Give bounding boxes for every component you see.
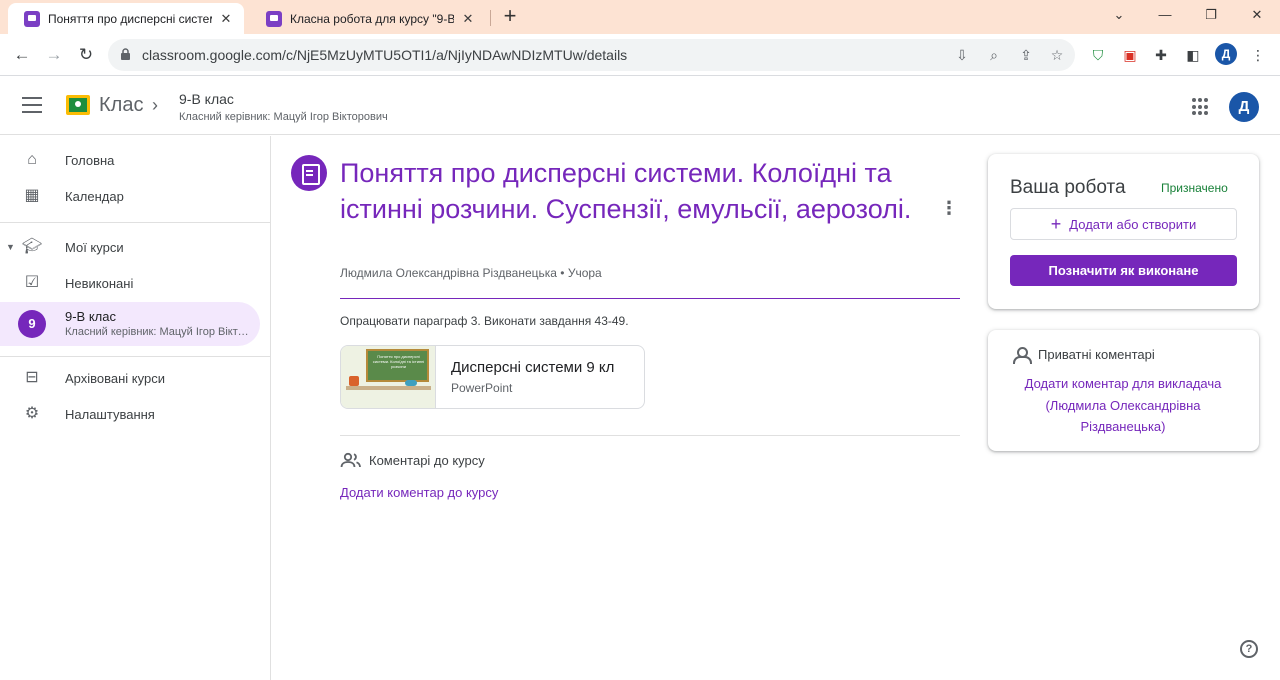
tab-title: Поняття про дисперсні системи: [48, 11, 212, 26]
settings-icon: ⚙: [24, 405, 40, 422]
sidebar-item-label: Головна: [65, 152, 115, 168]
breadcrumb-class-name[interactable]: 9-В клас: [179, 91, 234, 107]
sidebar-item-label: Невиконані: [65, 275, 134, 291]
meta-separator: •: [560, 266, 565, 280]
todo-icon: ☑: [24, 274, 40, 291]
zoom-icon[interactable]: ⌕: [985, 46, 1003, 64]
attachment-card[interactable]: Поняття про дисперсні системи. Колоїдні …: [340, 345, 645, 409]
apps-grid-icon[interactable]: [1192, 98, 1210, 116]
chevron-right-icon: ›: [152, 95, 158, 115]
account-avatar[interactable]: Д: [1229, 92, 1259, 122]
reload-icon[interactable]: ↻: [74, 43, 98, 67]
your-work-title: Ваша робота: [1010, 177, 1126, 198]
close-tab-icon[interactable]: ✕: [460, 11, 476, 27]
sidebar-item-label: Налаштування: [65, 406, 155, 422]
archive-icon: ⊟: [25, 369, 39, 386]
assignment-author: Людмила Олександрівна Різдванецька: [340, 266, 557, 280]
shield-extension-icon[interactable]: ⛉: [1089, 46, 1107, 64]
share-icon[interactable]: ⇪: [1017, 46, 1035, 64]
classroom-logo-icon[interactable]: [66, 95, 90, 115]
sidebar-item-course[interactable]: 9 9-В клас Класний керівник: Мацуй Ігор …: [0, 302, 260, 346]
restore-icon[interactable]: ❐: [1188, 4, 1234, 28]
sidebar-item-home[interactable]: ⌂ Головна: [0, 142, 260, 178]
sidebar-item-label: Архівовані курси: [65, 370, 165, 386]
new-tab-button[interactable]: +: [500, 4, 520, 30]
tab-title: Класна робота для курсу "9-В кл: [290, 11, 454, 26]
assignment-meta: Людмила Олександрівна Різдванецька • Учо…: [340, 266, 602, 280]
title-divider: [340, 298, 960, 299]
sidebar-item-settings[interactable]: ⚙ Налаштування: [0, 396, 260, 432]
status-badge: Призначено: [1161, 181, 1228, 195]
comments-divider: [340, 435, 960, 436]
people-icon: [340, 452, 362, 470]
sidebar-item-todo[interactable]: ☑ Невиконані: [0, 265, 260, 301]
browser-profile-avatar[interactable]: Д: [1215, 43, 1237, 65]
private-comments-card: Приватні коментарі Додати коментар для в…: [988, 330, 1259, 451]
main-menu-icon[interactable]: [22, 97, 42, 113]
course-subtitle: Класний керівник: Мацуй Ігор Вікторович: [65, 326, 253, 338]
assignment-instructions: Опрацювати параграф 3. Виконати завдання…: [340, 314, 629, 328]
attachment-type: PowerPoint: [451, 381, 513, 395]
back-icon[interactable]: ←: [10, 43, 34, 67]
add-private-comment-link[interactable]: Додати коментар для викладача (Людмила О…: [1008, 373, 1238, 438]
courses-icon: 🎓︎: [22, 238, 43, 255]
star-icon[interactable]: ☆: [1048, 46, 1066, 64]
sidebar-item-label: Календар: [65, 188, 124, 204]
cast-extension-icon[interactable]: ▣: [1121, 46, 1139, 64]
browser-tab[interactable]: Класна робота для курсу "9-В кл ✕: [250, 3, 486, 34]
install-icon[interactable]: ⇩: [953, 46, 971, 64]
browser-tabstrip: Поняття про дисперсні системи ✕ Класна р…: [0, 0, 1280, 34]
classroom-favicon-icon: [266, 10, 282, 27]
browser-tab-active[interactable]: Поняття про дисперсні системи ✕: [8, 3, 244, 34]
help-icon[interactable]: ?: [1240, 640, 1258, 658]
address-bar[interactable]: classroom.google.com/c/NjE5MzUyMTU5OTI1/…: [108, 39, 1075, 71]
private-comments-title: Приватні коментарі: [1038, 347, 1155, 362]
minimize-icon[interactable]: —: [1142, 4, 1188, 28]
tab-search-icon[interactable]: ⌄: [1096, 4, 1142, 28]
classroom-header: Клас › 9-В клас Класний керівник: Мацуй …: [0, 77, 1280, 135]
sidebar-divider: [0, 356, 270, 357]
browser-toolbar: ← → ↻ classroom.google.com/c/NjE5MzUyMTU…: [0, 34, 1280, 76]
assignment-icon: [291, 155, 327, 191]
mark-as-done-button[interactable]: Позначити як виконане: [1010, 255, 1237, 286]
add-class-comment-link[interactable]: Додати коментар до курсу: [340, 485, 498, 500]
add-or-create-button[interactable]: + Додати або створити: [1010, 208, 1237, 240]
browser-menu-icon[interactable]: ⋮: [1249, 46, 1267, 64]
add-or-create-label: Додати або створити: [1069, 216, 1197, 232]
assignment-posted-date: Учора: [567, 266, 602, 280]
url-text: classroom.google.com/c/NjE5MzUyMTU5OTI1/…: [142, 47, 628, 63]
calendar-icon: ▦: [24, 187, 40, 204]
close-tab-icon[interactable]: ✕: [218, 11, 234, 27]
attachment-thumbnail: Поняття про дисперсні системи. Колоїдні …: [341, 346, 436, 408]
forward-icon[interactable]: →: [42, 43, 66, 67]
close-window-icon[interactable]: ✕: [1234, 4, 1280, 28]
person-icon: [1013, 347, 1032, 364]
side-panel-icon[interactable]: ◧: [1184, 46, 1202, 64]
plus-icon: +: [1050, 214, 1062, 234]
breadcrumb-class-teacher: Класний керівник: Мацуй Ігор Вікторович: [179, 111, 388, 123]
sidebar-item-archived[interactable]: ⊟ Архівовані курси: [0, 360, 260, 396]
your-work-card: Ваша робота Призначено + Додати або ство…: [988, 154, 1259, 309]
more-options-icon[interactable]: ⋮: [940, 196, 958, 220]
course-title: 9-В клас: [65, 309, 116, 324]
tab-separator: [490, 10, 491, 26]
attachment-name: Дисперсні системи 9 кл: [451, 359, 615, 376]
home-icon: ⌂: [27, 151, 37, 168]
course-badge: 9: [18, 310, 46, 338]
assignment-title: Поняття про дисперсні системи. Колоїдні …: [340, 158, 912, 224]
thumbnail-text: Поняття про дисперсні системи. Колоїдні …: [372, 354, 425, 369]
class-comments-title: Коментарі до курсу: [369, 453, 485, 468]
lock-icon: [121, 48, 130, 60]
sidebar-item-my-courses[interactable]: ▼ 🎓︎ Мої курси: [0, 229, 260, 265]
expand-caret-icon[interactable]: ▼: [6, 242, 15, 252]
brand-name[interactable]: Клас: [99, 94, 143, 117]
extensions-icon[interactable]: ✚: [1152, 46, 1170, 64]
sidebar: ⌂ Головна ▦ Календар ▼ 🎓︎ Мої курси ☑ Не…: [0, 136, 271, 680]
sidebar-item-calendar[interactable]: ▦ Календар: [0, 178, 260, 214]
classroom-favicon-icon: [24, 10, 40, 27]
sidebar-divider: [0, 222, 270, 223]
sidebar-item-label: Мої курси: [65, 239, 124, 255]
